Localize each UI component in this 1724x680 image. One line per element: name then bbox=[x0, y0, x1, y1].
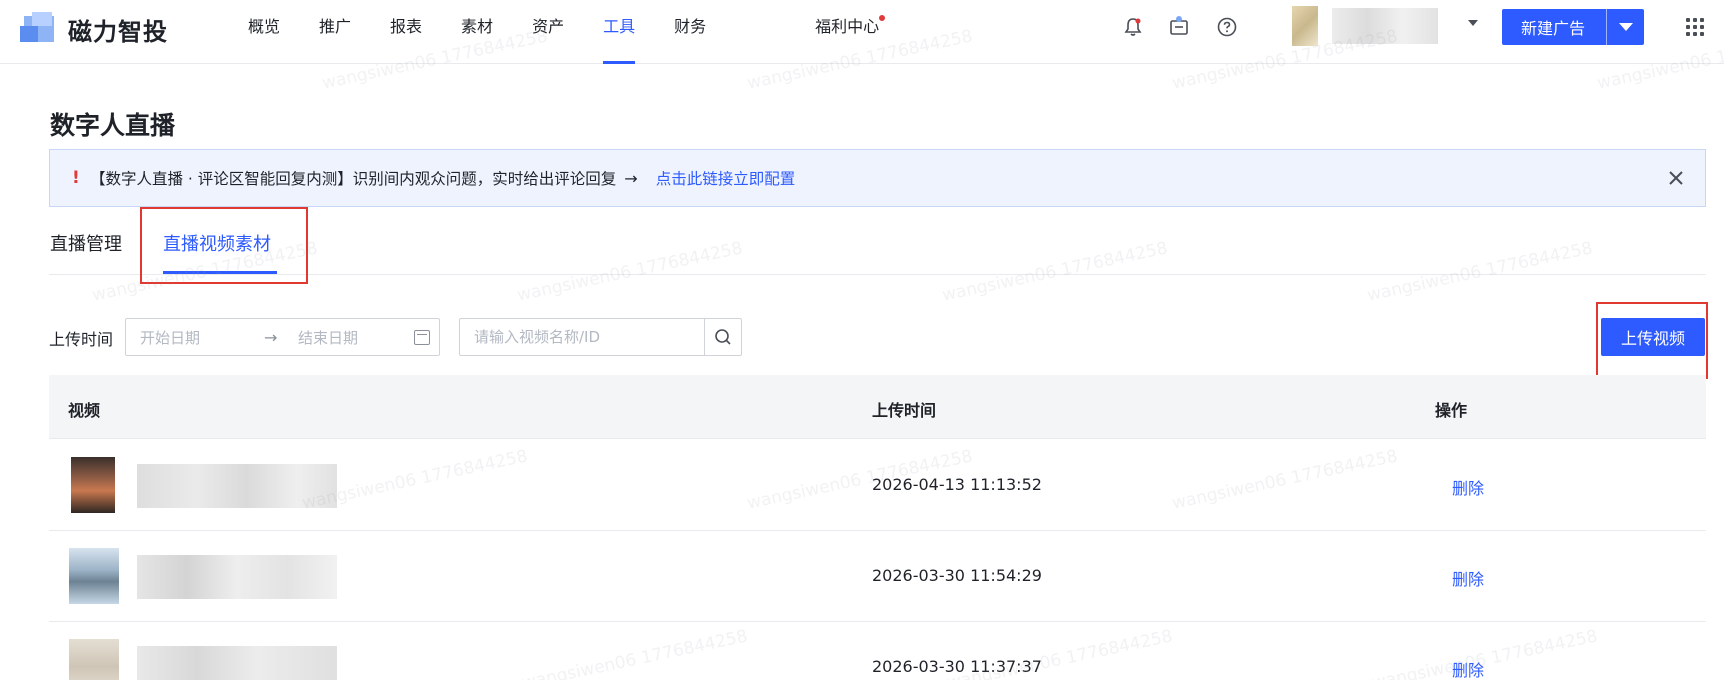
upload-time: 2026-04-13 11:13:52 bbox=[872, 475, 1042, 494]
upload-time: 2026-03-30 11:37:37 bbox=[872, 657, 1042, 676]
table-row: 2026-04-13 11:13:52 删除 bbox=[49, 440, 1706, 531]
logo-text: 磁力智投 bbox=[68, 17, 168, 46]
nav-item-promotion[interactable]: 推广 bbox=[319, 0, 351, 64]
bell-icon[interactable] bbox=[1120, 14, 1146, 40]
banner-config-link[interactable]: 点击此链接立即配置 bbox=[656, 167, 796, 189]
video-thumbnail[interactable] bbox=[69, 639, 119, 680]
date-range-picker[interactable]: 开始日期 → 结束日期 bbox=[125, 318, 440, 356]
video-thumbnail[interactable] bbox=[71, 457, 115, 513]
search-icon bbox=[715, 329, 731, 345]
caret-down-icon bbox=[1618, 23, 1633, 31]
alert-icon: ! bbox=[72, 168, 80, 188]
delete-link[interactable]: 删除 bbox=[1452, 657, 1484, 680]
highlight-box-upload bbox=[1596, 302, 1708, 379]
banner-message: 【数字人直播 · 评论区智能回复内测】识别间内观众问题，实时给出评论回复 bbox=[90, 170, 617, 188]
chevron-down-icon[interactable] bbox=[1468, 20, 1478, 26]
table-row: 2026-03-30 11:37:37 删除 bbox=[49, 622, 1706, 680]
logo-icon bbox=[18, 10, 62, 48]
page-title: 数字人直播 bbox=[50, 111, 176, 140]
nav-item-finance[interactable]: 财务 bbox=[674, 0, 706, 64]
video-name-blurred bbox=[137, 646, 337, 680]
account-name-blurred[interactable] bbox=[1332, 8, 1438, 44]
nav-item-assets[interactable]: 资产 bbox=[532, 0, 564, 64]
upload-time: 2026-03-30 11:54:29 bbox=[872, 566, 1042, 585]
new-ad-dropdown[interactable] bbox=[1607, 23, 1644, 31]
start-date-input[interactable]: 开始日期 bbox=[140, 327, 264, 348]
notice-banner: ! 【数字人直播 · 评论区智能回复内测】识别间内观众问题，实时给出评论回复 →… bbox=[49, 149, 1706, 207]
video-name-blurred bbox=[137, 464, 337, 508]
column-header-video: 视频 bbox=[68, 401, 101, 420]
help-icon[interactable] bbox=[1214, 14, 1240, 40]
arrow-right-icon: → bbox=[624, 168, 638, 188]
close-icon[interactable] bbox=[1665, 167, 1687, 189]
main-nav: 概览 推广 报表 素材 资产 工具 财务 福利中心 bbox=[248, 0, 918, 64]
delete-link[interactable]: 删除 bbox=[1452, 475, 1484, 499]
nav-item-materials[interactable]: 素材 bbox=[461, 0, 493, 64]
message-icon[interactable] bbox=[1166, 14, 1192, 40]
new-ad-button[interactable]: 新建广告 bbox=[1502, 9, 1644, 45]
search-box: 请输入视频名称/ID bbox=[459, 318, 742, 356]
nav-item-welfare-center[interactable]: 福利中心 bbox=[815, 0, 886, 64]
nav-item-tools[interactable]: 工具 bbox=[603, 0, 636, 64]
upload-time-label: 上传时间 bbox=[49, 330, 114, 349]
video-name-blurred bbox=[137, 555, 337, 599]
end-date-input[interactable]: 结束日期 bbox=[298, 327, 414, 348]
column-header-actions: 操作 bbox=[1435, 401, 1468, 420]
column-header-upload-time: 上传时间 bbox=[872, 401, 937, 420]
app-logo[interactable]: 磁力智投 bbox=[18, 10, 168, 48]
tab-live-management[interactable]: 直播管理 bbox=[50, 230, 122, 256]
highlight-box-tab bbox=[140, 207, 308, 284]
new-ad-label: 新建广告 bbox=[1521, 19, 1586, 38]
notification-dot bbox=[879, 15, 886, 21]
video-thumbnail[interactable] bbox=[69, 548, 119, 604]
table-header: 视频 上传时间 操作 bbox=[49, 375, 1706, 439]
table-row: 2026-03-30 11:54:29 删除 bbox=[49, 531, 1706, 622]
nav-item-overview[interactable]: 概览 bbox=[248, 0, 280, 64]
search-button[interactable] bbox=[704, 319, 741, 355]
search-input[interactable]: 请输入视频名称/ID bbox=[460, 319, 704, 355]
avatar[interactable] bbox=[1292, 6, 1318, 46]
range-arrow-icon: → bbox=[264, 327, 278, 347]
top-navigation-bar: 磁力智投 概览 推广 报表 素材 资产 工具 财务 福利中心 新建广告 bbox=[0, 0, 1724, 64]
apps-grid-icon[interactable] bbox=[1686, 18, 1704, 36]
delete-link[interactable]: 删除 bbox=[1452, 566, 1484, 590]
calendar-icon[interactable] bbox=[414, 329, 430, 345]
nav-item-reports[interactable]: 报表 bbox=[390, 0, 422, 64]
welfare-center-label: 福利中心 bbox=[815, 17, 880, 36]
